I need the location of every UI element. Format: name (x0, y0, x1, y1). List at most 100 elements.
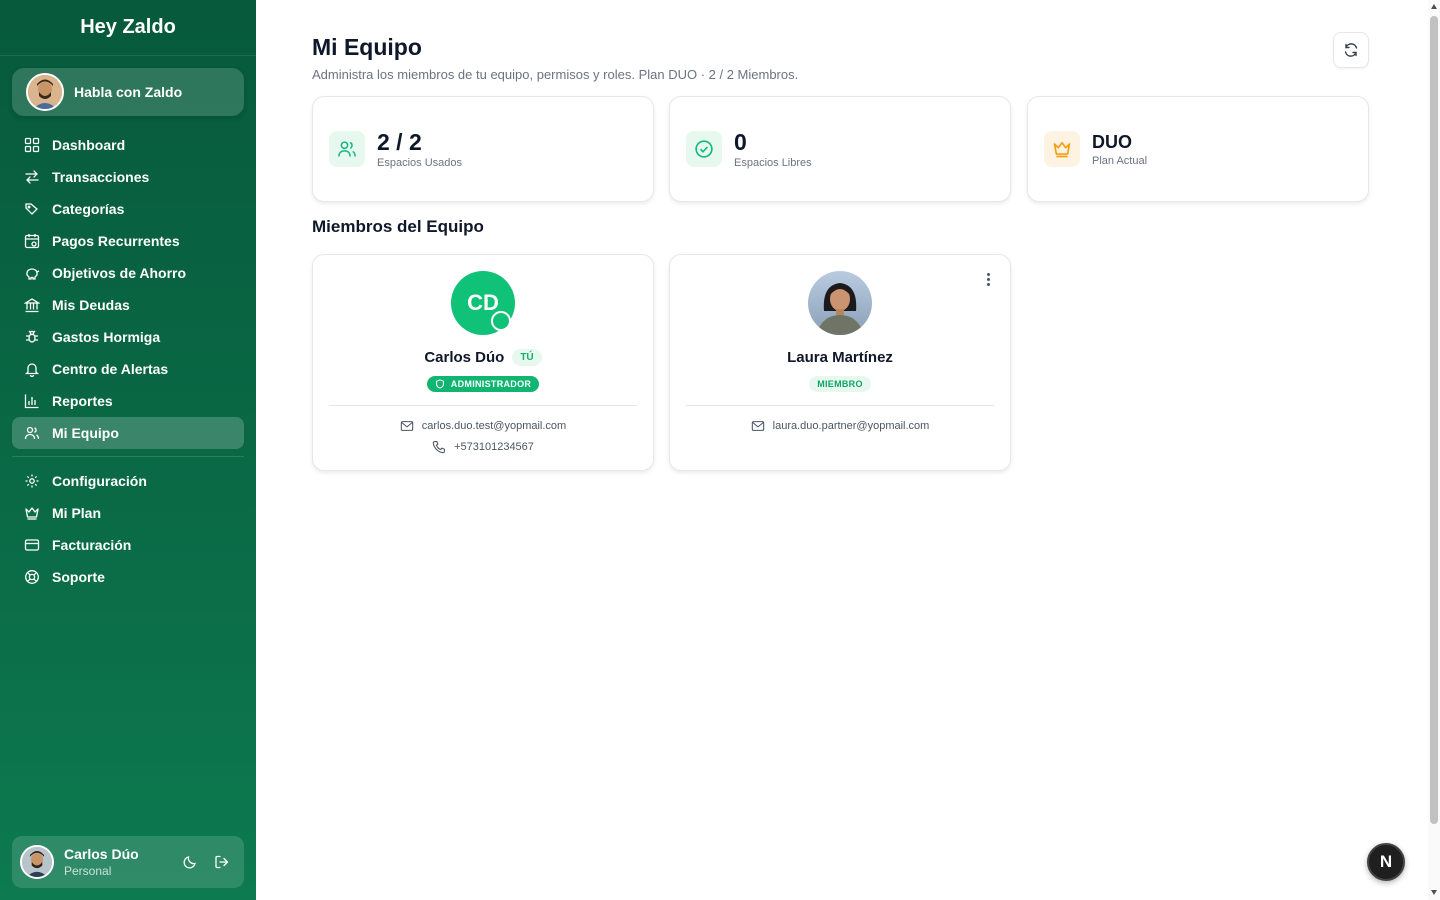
nav-label: Soporte (52, 569, 105, 585)
nav-item-mis-deudas[interactable]: Mis Deudas (12, 289, 244, 321)
nav-item-reportes[interactable]: Reportes (12, 385, 244, 417)
nav-item-facturacion[interactable]: Facturación (12, 529, 244, 561)
users-icon (24, 426, 40, 440)
role-label: ADMINISTRADOR (450, 379, 532, 389)
member-phone[interactable]: +573101234567 (454, 441, 534, 453)
nav-label: Reportes (52, 393, 113, 409)
scroll-down-arrow-icon[interactable] (1431, 890, 1437, 895)
bank-icon (24, 298, 40, 313)
stat-value: 0 (734, 129, 747, 155)
member-card: CD Carlos Dúo TÚ ADMINISTRADOR carlos.du… (312, 254, 654, 471)
member-email-row: carlos.duo.test@yopmail.com (313, 419, 653, 433)
members-section-title: Miembros del Equipo (312, 217, 484, 236)
nav-item-mi-plan[interactable]: Mi Plan (12, 497, 244, 529)
user-plan: Personal (64, 864, 112, 878)
stat-value: DUO (1092, 132, 1132, 152)
nav-label: Facturación (52, 537, 132, 553)
tags-icon (25, 203, 38, 215)
main-nav: Dashboard Transacciones Categorías Pagos… (12, 129, 244, 449)
theme-toggle-button[interactable] (174, 846, 206, 878)
member-name: Laura Martínez (787, 349, 893, 366)
dot (986, 272, 990, 276)
nav-item-objetivos-ahorro[interactable]: Objetivos de Ahorro (12, 257, 244, 289)
chat-label: Habla con Zaldo (74, 84, 183, 100)
nav-item-centro-alertas[interactable]: Centro de Alertas (12, 353, 244, 385)
nav-label: Mis Deudas (52, 297, 130, 313)
sidebar-divider (12, 456, 244, 457)
user-name: Carlos Dúo (64, 846, 139, 862)
member-options-button[interactable] (980, 269, 996, 289)
stat-icon-wrap (686, 131, 722, 167)
stat-card-used: 2 / 2 Espacios Usados (312, 96, 654, 202)
shield-icon (435, 379, 444, 389)
page-subtitle: Administra los miembros de tu equipo, pe… (312, 67, 799, 82)
mail-icon (751, 421, 764, 431)
scroll-up-arrow-icon[interactable] (1431, 4, 1437, 9)
gear-icon (25, 474, 39, 488)
page-title: Mi Equipo (312, 34, 422, 60)
nav-label: Pagos Recurrentes (52, 233, 180, 249)
secondary-nav: Configuración Mi Plan Facturación Soport… (12, 465, 244, 593)
member-email[interactable]: laura.duo.partner@yopmail.com (773, 420, 930, 432)
card-separator (329, 405, 637, 406)
sidebar: Hey Zaldo Habla con Zaldo Dashboard Tran… (0, 0, 256, 900)
nav-label: Mi Equipo (52, 425, 119, 441)
member-phone-row: +573101234567 (313, 440, 653, 454)
chat-with-zaldo-button[interactable]: Habla con Zaldo (12, 68, 244, 116)
stat-icon-wrap (1044, 131, 1080, 167)
lifebuoy-icon (25, 570, 39, 584)
user-card[interactable]: Carlos Dúo Personal (12, 836, 244, 888)
member-card: Laura Martínez MIEMBRO laura.duo.partner… (669, 254, 1011, 471)
role-badge-member: MIEMBRO (809, 376, 871, 392)
nav-label: Dashboard (52, 137, 126, 153)
zaldo-avatar (26, 73, 64, 111)
crown-icon (25, 507, 39, 520)
online-status-dot (491, 311, 511, 331)
dot (986, 282, 990, 286)
user-meta: Carlos Dúo Personal (64, 846, 174, 878)
member-email-row: laura.duo.partner@yopmail.com (670, 419, 1010, 433)
refresh-icon (1344, 43, 1358, 57)
nav-item-dashboard[interactable]: Dashboard (12, 129, 244, 161)
users-icon (338, 141, 356, 157)
logout-icon (215, 855, 229, 869)
member-email[interactable]: carlos.duo.test@yopmail.com (422, 420, 566, 432)
piggy-bank-icon (26, 268, 40, 280)
stat-card-plan: DUO Plan Actual (1027, 96, 1369, 202)
you-badge: TÚ (512, 349, 542, 366)
nav-item-pagos-recurrentes[interactable]: Pagos Recurrentes (12, 225, 244, 257)
brand-logo[interactable]: Hey Zaldo (0, 0, 256, 56)
stat-icon-wrap (329, 131, 365, 167)
nav-item-configuracion[interactable]: Configuración (12, 465, 244, 497)
dot (986, 277, 990, 281)
nav-item-transacciones[interactable]: Transacciones (12, 161, 244, 193)
nav-item-mi-equipo[interactable]: Mi Equipo (12, 417, 244, 449)
logout-button[interactable] (206, 846, 238, 878)
bell-icon (24, 363, 40, 377)
nav-label: Mi Plan (52, 505, 102, 521)
page-scrollbar[interactable] (1428, 0, 1440, 900)
arrows-icon (25, 170, 39, 184)
member-name: Carlos Dúo (424, 349, 505, 366)
chart-icon (24, 394, 39, 409)
nextjs-dev-badge[interactable]: N (1367, 843, 1405, 881)
member-avatar (808, 271, 872, 335)
nav-label: Configuración (52, 473, 147, 489)
stat-label: Espacios Usados (377, 157, 462, 169)
nav-item-gastos-hormiga[interactable]: Gastos Hormiga (12, 321, 244, 353)
stat-label: Espacios Libres (734, 157, 812, 169)
refresh-button[interactable] (1333, 32, 1369, 68)
scroll-thumb[interactable] (1430, 16, 1438, 824)
mail-icon (400, 421, 413, 431)
credit-card-icon (24, 539, 40, 551)
nav-label: Gastos Hormiga (52, 329, 161, 345)
calendar-icon (24, 234, 40, 249)
nav-item-soporte[interactable]: Soporte (12, 561, 244, 593)
nav-label: Categorías (52, 201, 125, 217)
nav-item-categorias[interactable]: Categorías (12, 193, 244, 225)
bug-icon (26, 330, 38, 343)
card-separator (686, 405, 994, 406)
nav-label: Objetivos de Ahorro (52, 265, 187, 281)
user-avatar (20, 845, 54, 879)
moon-icon (183, 856, 196, 869)
